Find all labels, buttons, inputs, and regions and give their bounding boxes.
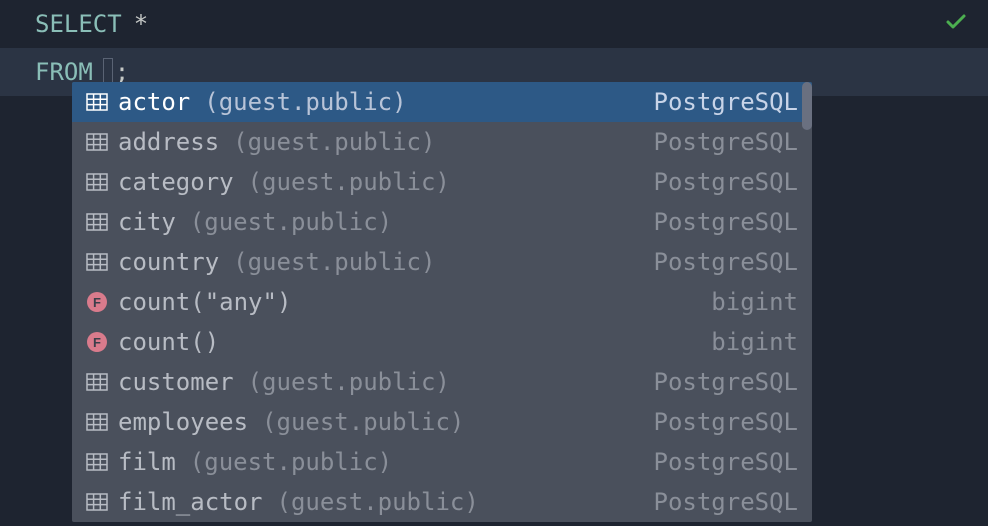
autocomplete-item-type: PostgreSQL xyxy=(654,128,799,156)
table-icon xyxy=(86,211,108,233)
autocomplete-item[interactable]: actor (guest.public) PostgreSQL xyxy=(72,82,812,122)
table-icon xyxy=(86,371,108,393)
table-icon xyxy=(86,91,108,113)
autocomplete-item-qualifier: (guest.public) xyxy=(248,368,450,396)
function-icon: F xyxy=(86,291,108,313)
table-icon xyxy=(86,491,108,513)
autocomplete-item-name: actor xyxy=(118,88,190,116)
autocomplete-item-qualifier: (guest.public) xyxy=(190,208,392,236)
autocomplete-item-type: bigint xyxy=(711,288,798,316)
autocomplete-item-qualifier: (guest.public) xyxy=(233,248,435,276)
svg-text:F: F xyxy=(93,295,101,310)
autocomplete-item-type: PostgreSQL xyxy=(654,408,799,436)
autocomplete-item-qualifier: (guest.public) xyxy=(190,448,392,476)
scrollbar-thumb[interactable] xyxy=(802,82,812,130)
autocomplete-item[interactable]: film (guest.public) PostgreSQL xyxy=(72,442,812,482)
function-icon: F xyxy=(86,331,108,353)
autocomplete-item-name: count() xyxy=(118,328,219,356)
autocomplete-item-name: count("any") xyxy=(118,288,291,316)
table-icon xyxy=(86,171,108,193)
autocomplete-item-qualifier: (guest.public) xyxy=(204,88,406,116)
autocomplete-item-type: PostgreSQL xyxy=(654,248,799,276)
autocomplete-item-qualifier: (guest.public) xyxy=(262,408,464,436)
check-icon xyxy=(944,10,968,40)
autocomplete-item-type: PostgreSQL xyxy=(654,168,799,196)
autocomplete-item-name: city xyxy=(118,208,176,236)
autocomplete-item[interactable]: film_actor (guest.public) PostgreSQL xyxy=(72,482,812,522)
sql-keyword-select: SELECT xyxy=(35,6,122,42)
autocomplete-item-name: employees xyxy=(118,408,248,436)
table-icon xyxy=(86,131,108,153)
autocomplete-item[interactable]: country (guest.public) PostgreSQL xyxy=(72,242,812,282)
autocomplete-item[interactable]: category (guest.public) PostgreSQL xyxy=(72,162,812,202)
autocomplete-item-name: category xyxy=(118,168,234,196)
autocomplete-item-type: bigint xyxy=(711,328,798,356)
autocomplete-item-type: PostgreSQL xyxy=(654,368,799,396)
autocomplete-item-qualifier: (guest.public) xyxy=(277,488,479,516)
table-icon xyxy=(86,411,108,433)
editor-line-1[interactable]: SELECT * xyxy=(0,0,988,48)
autocomplete-item-type: PostgreSQL xyxy=(654,208,799,236)
autocomplete-item[interactable]: customer (guest.public) PostgreSQL xyxy=(72,362,812,402)
autocomplete-item-name: address xyxy=(118,128,219,156)
autocomplete-item-qualifier: (guest.public) xyxy=(233,128,435,156)
autocomplete-item[interactable]: city (guest.public) PostgreSQL xyxy=(72,202,812,242)
svg-text:F: F xyxy=(93,335,101,350)
autocomplete-item[interactable]: employees (guest.public) PostgreSQL xyxy=(72,402,812,442)
autocomplete-item-name: customer xyxy=(118,368,234,396)
sql-asterisk: * xyxy=(134,6,148,42)
autocomplete-item-name: country xyxy=(118,248,219,276)
autocomplete-item-qualifier: (guest.public) xyxy=(248,168,450,196)
autocomplete-item[interactable]: F count("any") bigint xyxy=(72,282,812,322)
autocomplete-item-name: film xyxy=(118,448,176,476)
autocomplete-item-name: film_actor xyxy=(118,488,263,516)
autocomplete-popup: actor (guest.public) PostgreSQL address (gu… xyxy=(72,82,812,522)
table-icon xyxy=(86,251,108,273)
autocomplete-item[interactable]: address (guest.public) PostgreSQL xyxy=(72,122,812,162)
autocomplete-item[interactable]: F count() bigint xyxy=(72,322,812,362)
autocomplete-item-type: PostgreSQL xyxy=(654,448,799,476)
autocomplete-item-type: PostgreSQL xyxy=(654,88,799,116)
autocomplete-item-type: PostgreSQL xyxy=(654,488,799,516)
table-icon xyxy=(86,451,108,473)
